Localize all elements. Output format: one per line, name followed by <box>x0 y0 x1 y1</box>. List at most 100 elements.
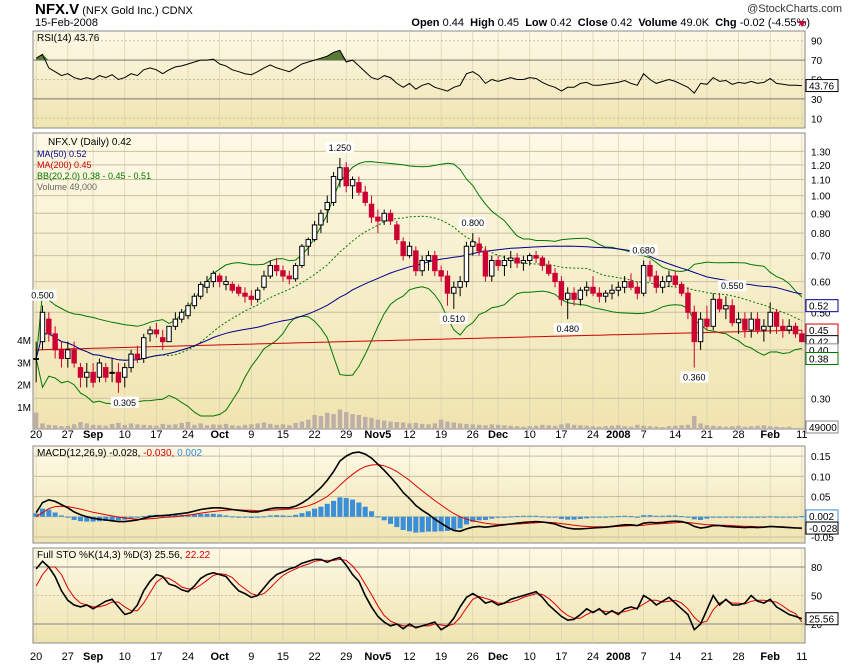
macd-histogram-bar <box>242 516 248 518</box>
macd-histogram-bar <box>451 516 457 531</box>
macd-histogram-bar <box>375 516 381 518</box>
candle-body <box>324 201 330 211</box>
candle-body <box>792 325 799 335</box>
x-axis-label: 10 <box>524 651 536 663</box>
volume-bar <box>394 422 400 429</box>
macd-histogram-bar <box>704 516 710 519</box>
candle-body <box>84 371 90 378</box>
x-axis-label: Dec <box>488 651 508 663</box>
macd-histogram-bar <box>729 516 735 518</box>
macd-histogram-bar <box>571 516 577 520</box>
macd-histogram-bar <box>489 516 495 519</box>
candle-body <box>571 292 577 300</box>
candle-body <box>463 245 470 283</box>
macd-histogram-bar <box>736 516 742 518</box>
volume-bar <box>331 414 336 429</box>
candle-body <box>185 305 191 317</box>
volume-bar <box>755 425 760 429</box>
macd-histogram-bar <box>660 515 666 517</box>
volume-bar <box>483 425 488 429</box>
x-axis-label: Nov5 <box>364 651 391 663</box>
candle-body <box>533 255 539 259</box>
volume-bar <box>546 425 551 429</box>
candle-body <box>204 281 210 288</box>
price-tick-label: 0.90 <box>811 209 831 220</box>
candle-body <box>438 270 444 277</box>
macd-histogram-bar <box>508 516 514 518</box>
volume-bar <box>660 427 665 429</box>
macd-histogram-bar <box>356 502 362 517</box>
macd-histogram-bar <box>609 516 615 518</box>
macd-histogram-bar <box>229 516 235 518</box>
candle-body <box>767 311 773 327</box>
volume-bar <box>141 424 146 429</box>
x-axis-label: 26 <box>467 651 479 663</box>
macd-histogram-bar <box>755 516 761 518</box>
macd-histogram-bar <box>596 516 602 518</box>
candle-body <box>39 311 46 343</box>
candle-body <box>153 329 160 335</box>
candle-body <box>596 292 603 297</box>
volume-bar <box>692 415 697 429</box>
candle-body <box>710 298 716 327</box>
volume-bar <box>635 424 640 429</box>
candle-body <box>621 281 628 288</box>
x-axis-label: 24 <box>182 651 194 663</box>
candle-body <box>659 281 666 288</box>
candle-body <box>761 325 767 331</box>
volume-bar <box>438 419 444 429</box>
macd-panel <box>32 445 806 544</box>
candle-body <box>261 275 267 288</box>
candle-body <box>292 265 299 280</box>
candle-body <box>229 283 236 291</box>
rsi-tick-label: 70 <box>811 56 823 67</box>
candle-body <box>647 265 653 277</box>
candle-body <box>564 292 571 300</box>
volume-bar <box>514 426 520 429</box>
macd-histogram-bar <box>255 516 261 518</box>
candle-body <box>58 349 65 359</box>
candle-body <box>254 289 261 300</box>
macd-histogram-bar <box>672 515 678 517</box>
macd-tick-label: 0.15 <box>811 452 831 463</box>
macd-histogram-bar <box>299 513 305 517</box>
x-axis-label: 14 <box>669 429 681 441</box>
volume-bar <box>109 423 115 429</box>
volume-bar <box>780 427 786 429</box>
candle-body <box>451 286 457 294</box>
volume-tick-label: 3M <box>17 358 31 369</box>
candle-body <box>773 311 780 327</box>
macd-histogram-bar <box>236 516 242 518</box>
macd-histogram-bar <box>565 516 571 520</box>
macd-histogram-bar <box>767 516 773 518</box>
stock-chart: 90 70 50 30 10 RSI(14) 43.76 43.76 1.30 1.20 1.10… <box>17 30 839 663</box>
x-axis-label: 27 <box>62 651 74 663</box>
candle-body <box>349 179 356 187</box>
macd-tag: 0.002 <box>809 512 834 523</box>
volume-bar <box>426 424 431 429</box>
candle-body <box>267 265 274 277</box>
candle-body <box>305 239 311 247</box>
macd-histogram-bar <box>761 516 767 518</box>
candle-body <box>191 295 198 307</box>
volume-bar <box>508 425 513 429</box>
x-axis-label: 17 <box>150 429 162 441</box>
macd-histogram-bar <box>305 511 311 517</box>
macd-histogram-bar <box>482 516 488 520</box>
x-axis-label: 12 <box>403 651 415 663</box>
candle-body <box>482 250 489 277</box>
candle-body <box>628 281 634 288</box>
candle-body <box>356 182 362 193</box>
candle-body <box>147 329 153 335</box>
x-axis-label: 29 <box>340 651 352 663</box>
candle-body <box>723 305 729 310</box>
volume-bar <box>198 423 203 429</box>
volume-bar <box>325 412 330 429</box>
x-axis-label: 10 <box>119 429 131 441</box>
macd-tag: -0.028 <box>809 524 838 535</box>
candle-body <box>134 353 141 359</box>
macd-histogram-bar <box>799 516 805 518</box>
candle-body <box>197 283 204 297</box>
volume-bar <box>350 414 355 429</box>
candle-body <box>242 292 248 297</box>
